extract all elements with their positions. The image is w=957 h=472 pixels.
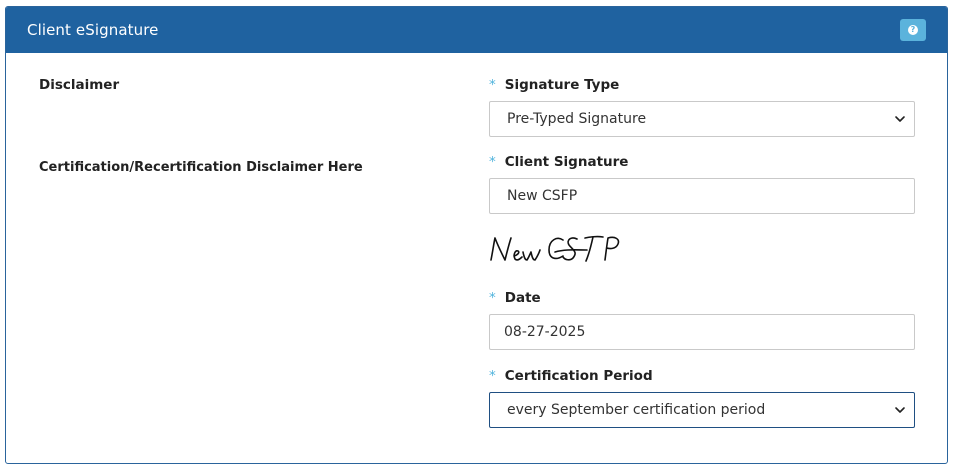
chevron-down-icon [895,407,905,413]
required-marker: * [489,77,496,93]
panel-header: Client eSignature ? [6,7,947,53]
rendered-signature-image [490,235,620,262]
panel-title: Client eSignature [27,21,159,39]
signature-type-label: * Signature Type [489,77,620,93]
client-signature-value: New CSFP [507,188,578,204]
signature-type-value: Pre-Typed Signature [507,111,647,127]
client-signature-input[interactable]: New CSFP [489,178,915,214]
chevron-down-icon [895,116,905,122]
signature-type-select[interactable]: Pre-Typed Signature [489,101,915,137]
date-input[interactable]: 08-27-2025 [489,314,915,350]
client-signature-label: * Client Signature [489,154,629,170]
certification-period-value: every September certification period [507,402,766,418]
certification-period-select[interactable]: every September certification period [489,392,915,428]
certification-period-label: * Certification Period [489,368,653,384]
disclaimer-text: Certification/Recertification Disclaimer… [39,160,363,175]
date-label: * Date [489,290,541,306]
disclaimer-heading: Disclaimer [39,77,120,93]
date-value: 08-27-2025 [504,324,586,340]
question-circle-icon: ? [908,25,918,35]
required-marker: * [489,368,496,384]
help-button[interactable]: ? [900,19,926,41]
client-esignature-panel: Client eSignature ? Disclaimer Certifica… [5,6,948,464]
required-marker: * [489,290,496,306]
required-marker: * [489,154,496,170]
